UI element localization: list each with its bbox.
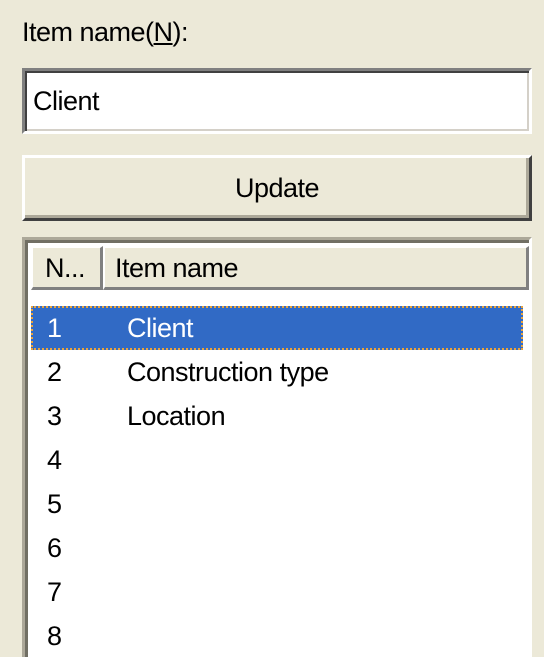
item-name-input-value: Client [33, 86, 100, 116]
row-number: 4 [47, 445, 62, 475]
item-name-input[interactable]: Client [22, 68, 532, 134]
row-number: 8 [47, 621, 62, 651]
list-header: N... Item name [31, 246, 529, 290]
item-name-label: Item name(N): [22, 14, 189, 50]
row-number: 6 [47, 533, 62, 563]
list-row-1[interactable]: 1 Client [31, 306, 523, 350]
list-row-4[interactable]: 4 [31, 438, 529, 482]
list-rows: 1 Client 2 Construction type 3 Location … [31, 306, 529, 657]
row-number: 1 [47, 313, 62, 343]
list-row-8[interactable]: 8 [31, 614, 529, 657]
list-row-6[interactable]: 6 [31, 526, 529, 570]
row-item-name: Location [127, 401, 226, 431]
update-button[interactable]: Update [22, 155, 532, 221]
row-number: 7 [47, 577, 62, 607]
column-header-number[interactable]: N... [31, 246, 103, 290]
list-row-3[interactable]: 3 Location [31, 394, 529, 438]
list-row-7[interactable]: 7 [31, 570, 529, 614]
item-name-label-text: Item name( [22, 17, 154, 47]
row-number: 5 [47, 489, 62, 519]
list-row-2[interactable]: 2 Construction type [31, 350, 529, 394]
row-number: 3 [47, 401, 62, 431]
row-number: 2 [47, 357, 62, 387]
item-list-view[interactable]: N... Item name 1 Client 2 Construction t… [22, 237, 532, 657]
row-item-name: Construction type [127, 357, 329, 387]
item-name-label-end: ): [172, 17, 189, 47]
list-row-5[interactable]: 5 [31, 482, 529, 526]
column-header-item-name[interactable]: Item name [103, 246, 529, 290]
row-item-name: Client [127, 313, 194, 343]
item-name-mnemonic: N [153, 17, 174, 47]
